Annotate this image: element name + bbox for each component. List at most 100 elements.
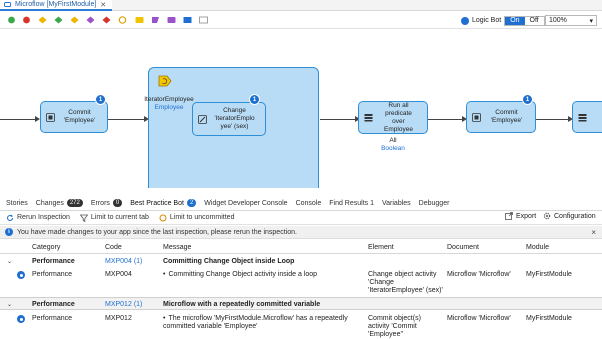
logic-bot-control: Logic Bot On Off xyxy=(461,15,545,26)
tab-variables[interactable]: Variables xyxy=(382,200,411,207)
configuration-button[interactable]: Configuration xyxy=(543,212,596,220)
sequence-flow[interactable] xyxy=(320,119,357,120)
group-code-link[interactable]: MXP012 (1) xyxy=(105,301,142,309)
message-text: Committing Change Object activity inside… xyxy=(168,271,318,278)
rerun-inspection-button[interactable]: Rerun Inspection xyxy=(6,214,70,222)
sequence-flow[interactable] xyxy=(0,119,37,120)
sequence-flow[interactable] xyxy=(536,119,570,120)
tab-find-results[interactable]: Find Results 1 xyxy=(329,200,374,207)
button-label: Limit to uncommitted xyxy=(169,214,235,221)
sequence-flow[interactable] xyxy=(108,119,146,120)
loop-icon[interactable] xyxy=(86,16,95,24)
results-table-header: Category Code Message Element Document M… xyxy=(0,240,602,254)
chevron-down-icon[interactable]: ⌄ xyxy=(7,301,12,308)
group-message: Committing Change Object inside Loop xyxy=(163,258,295,265)
row-category: Performance xyxy=(32,271,73,278)
export-button[interactable]: Export xyxy=(505,212,536,220)
change-object-activity[interactable]: Change 'IteratorEmplo yee' (sex) xyxy=(192,102,266,136)
button-label: Configuration xyxy=(554,212,596,220)
table-row[interactable]: Performance MXP004 • Committing Change Ob… xyxy=(0,268,602,296)
button-label: Rerun Inspection xyxy=(17,214,70,221)
toggle-on[interactable]: On xyxy=(505,16,525,25)
tab-errors[interactable]: Errors 0 xyxy=(91,199,123,207)
merge-icon[interactable] xyxy=(54,16,63,24)
inspection-actions: Rerun Inspection Limit to current tab Li… xyxy=(0,211,602,225)
continue-event-icon[interactable] xyxy=(118,16,127,24)
count-badge: 0 xyxy=(112,199,123,207)
issue-count-badge[interactable]: 1 xyxy=(522,94,533,105)
commit-activity[interactable]: Commit 'Employee' xyxy=(40,101,108,133)
activity-caption: Commit 'Employee' xyxy=(490,109,523,124)
row-document: Microflow 'Microflow' xyxy=(447,271,511,278)
end-event-icon[interactable] xyxy=(22,16,31,24)
column-category[interactable]: Category xyxy=(32,244,60,251)
filter-icon xyxy=(79,214,88,222)
zoom-select[interactable]: 100% ▾ xyxy=(545,15,597,26)
performance-icon xyxy=(17,315,25,323)
tab-microflow[interactable]: Microflow [MyFirstModule] ✕ xyxy=(0,0,113,11)
tab-stories[interactable]: Stories xyxy=(6,200,28,207)
decision-icon[interactable] xyxy=(38,16,47,24)
list-activity-partial[interactable] xyxy=(572,101,602,133)
export-icon xyxy=(505,212,513,220)
tab-console[interactable]: Console xyxy=(296,200,322,207)
tab-label: Best Practice Bot xyxy=(130,199,184,207)
table-row[interactable]: Performance MXP012 • The microflow 'MyFir… xyxy=(0,312,602,339)
row-module: MyFirstModule xyxy=(526,315,572,322)
tab-changes[interactable]: Changes 272 xyxy=(36,199,83,207)
group-code-link[interactable]: MXP004 (1) xyxy=(105,258,142,266)
issue-count-badge[interactable]: 1 xyxy=(249,94,260,105)
loop-label: IteratorEmployee Employee xyxy=(140,96,198,112)
loop-iterator: IteratorEmployee xyxy=(144,96,194,103)
column-module[interactable]: Module xyxy=(526,244,549,251)
microflow-icon xyxy=(4,2,11,7)
row-module: MyFirstModule xyxy=(526,271,572,278)
issue-count-badge[interactable]: 1 xyxy=(95,94,106,105)
error-event-icon[interactable] xyxy=(102,16,111,24)
aggregate-list-activity[interactable]: Run all predicate over Employee xyxy=(358,101,428,134)
activity-caption: Change 'IteratorEmplo yee' (sex) xyxy=(214,107,255,130)
chevron-down-icon[interactable]: ⌄ xyxy=(7,258,12,265)
count-badge: 272 xyxy=(66,199,83,207)
sequence-flow[interactable] xyxy=(428,119,464,120)
column-message[interactable]: Message xyxy=(163,244,191,251)
result-group[interactable]: ⌄ Performance MXP012 (1) Microflow with … xyxy=(0,297,602,310)
performance-icon xyxy=(17,271,25,279)
banner-message: You have made changes to your app since … xyxy=(17,228,297,236)
uncommitted-icon xyxy=(159,214,167,221)
row-element: Change object activity 'Change 'Iterator… xyxy=(368,271,443,294)
object-type-decision-icon[interactable] xyxy=(70,16,79,24)
limit-current-tab-button[interactable]: Limit to current tab xyxy=(79,214,149,222)
count-text: (1) xyxy=(133,258,143,265)
microflow-canvas[interactable]: IteratorEmployee Employee Commit 'Employ… xyxy=(0,30,602,188)
logic-bot-label: Logic Bot xyxy=(472,17,502,24)
break-event-icon[interactable] xyxy=(135,16,144,24)
toggle-off[interactable]: Off xyxy=(524,16,544,25)
annotation-icon[interactable] xyxy=(183,16,192,24)
limit-uncommitted-button[interactable]: Limit to uncommitted xyxy=(159,214,235,222)
row-message: • The microflow 'MyFirstModule.Microflow'… xyxy=(163,315,348,330)
count-text: (1) xyxy=(133,301,143,308)
tab-best-practice-bot[interactable]: Best Practice Bot 2 xyxy=(130,199,197,207)
loop-icon xyxy=(158,75,172,87)
activity-icon[interactable] xyxy=(167,16,176,24)
logic-bot-icon xyxy=(461,16,469,25)
close-icon[interactable]: ✕ xyxy=(100,1,106,9)
column-element[interactable]: Element xyxy=(368,244,394,251)
parameter-icon[interactable] xyxy=(151,16,160,24)
tab-label: Variables xyxy=(382,199,411,207)
logic-bot-toggle[interactable]: On Off xyxy=(504,15,545,26)
start-event-icon[interactable] xyxy=(7,16,16,24)
commit-activity[interactable]: Commit 'Employee' xyxy=(466,101,536,133)
close-icon[interactable]: × xyxy=(591,228,596,237)
column-document[interactable]: Document xyxy=(447,244,479,251)
column-code[interactable]: Code xyxy=(105,244,122,251)
tab-label: Find Results 1 xyxy=(329,199,374,207)
annotation-flow-icon[interactable] xyxy=(199,16,208,24)
activity-caption: Commit 'Employee' xyxy=(63,109,96,124)
tab-debugger[interactable]: Debugger xyxy=(419,200,450,207)
result-group[interactable]: ⌄ Performance MXP004 (1) Committing Chan… xyxy=(0,255,602,268)
tab-widget-developer-console[interactable]: Widget Developer Console xyxy=(204,200,287,207)
row-category: Performance xyxy=(32,315,73,322)
row-document: Microflow 'Microflow' xyxy=(447,315,511,322)
